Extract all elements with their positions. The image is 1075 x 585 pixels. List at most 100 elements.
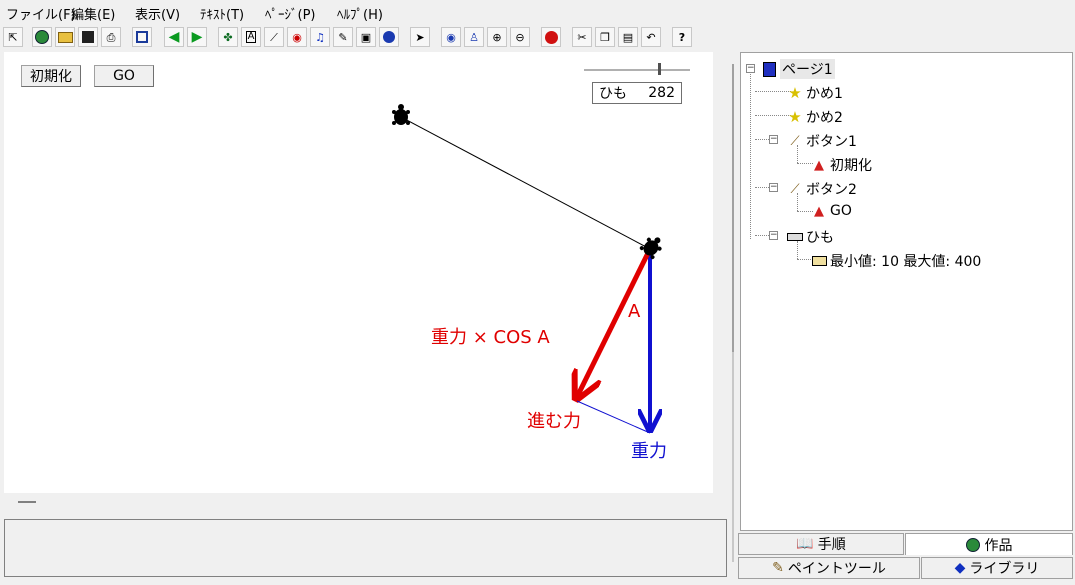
star-turtle-icon: ★ xyxy=(788,108,802,126)
save-icon[interactable] xyxy=(78,27,98,47)
globe-icon[interactable] xyxy=(32,27,52,47)
tree-line xyxy=(755,235,769,236)
book-icon: 📖 xyxy=(796,536,814,552)
tree-line xyxy=(755,187,769,188)
turtle1-icon[interactable] xyxy=(392,104,410,125)
angle-label: A xyxy=(628,301,641,322)
brush-icon: ✎ xyxy=(772,560,784,576)
shapes-icon: ◆ xyxy=(954,560,966,576)
tree-item-turtle2[interactable]: ★ かめ2 xyxy=(787,107,843,127)
open-folder-icon[interactable] xyxy=(55,27,75,47)
gravity-cos-arrow xyxy=(577,247,653,397)
star-turtle-icon: ★ xyxy=(788,84,802,102)
tab-label: 手順 xyxy=(817,537,846,553)
menu-text[interactable]: ﾃｷｽﾄ(T) xyxy=(200,4,244,23)
splitter-mark xyxy=(18,501,36,503)
turtle2-icon[interactable] xyxy=(639,232,666,260)
pen-icon[interactable]: ✎ xyxy=(333,27,353,47)
help-icon[interactable]: ? xyxy=(672,27,692,47)
message-panel[interactable] xyxy=(4,519,727,577)
component-line xyxy=(576,400,651,434)
tree-item-init-script[interactable]: ▲ 初期化 xyxy=(811,155,872,175)
tab-label: 作品 xyxy=(984,537,1013,554)
tree-line xyxy=(755,115,791,116)
tree-collapse-button1[interactable]: − xyxy=(769,135,778,144)
ball-icon[interactable] xyxy=(379,27,399,47)
gravity-label: 重力 xyxy=(631,441,667,462)
tree-item-range[interactable]: 最小値: 10 最大値: 400 xyxy=(811,251,981,271)
vertical-scroll-thumb[interactable] xyxy=(732,64,734,352)
tree-item-button2[interactable]: ⟋ ボタン2 xyxy=(787,179,857,199)
tab-label: ライブラリ xyxy=(969,561,1040,577)
globe-icon xyxy=(965,537,980,552)
stop-hand-icon[interactable] xyxy=(541,27,561,47)
pendulum-diagram xyxy=(392,104,713,434)
gravity-cos-label: 重力 × COS A xyxy=(431,327,550,348)
vertical-splitter[interactable] xyxy=(728,52,738,577)
tree-item-turtle1[interactable]: ★ かめ1 xyxy=(787,83,843,103)
text-box-icon[interactable]: A xyxy=(241,27,261,47)
forward-arrow-icon[interactable]: ▶ xyxy=(187,27,207,47)
tree-item-label: ボタン1 xyxy=(806,134,857,150)
paste-icon[interactable]: ▤ xyxy=(618,27,638,47)
eye-shape-icon[interactable]: ◉ xyxy=(287,27,307,47)
menu-edit[interactable]: 編集(E) xyxy=(71,4,115,23)
tree-item-himo[interactable]: ひも xyxy=(787,227,834,247)
project-tree[interactable]: − − − − ページ1 ★ かめ1 ★ かめ2 ⟋ ボタン1 ▲ 初期化 ⟋ … xyxy=(740,52,1073,531)
tree-item-go-script[interactable]: ▲ GO xyxy=(811,203,852,219)
zoom-out-icon[interactable]: ⊖ xyxy=(510,27,530,47)
string-line xyxy=(400,116,651,250)
tree-page-label: ページ1 xyxy=(780,59,835,79)
music-icon[interactable]: ♫ xyxy=(310,27,330,47)
horizontal-splitter[interactable] xyxy=(4,493,728,513)
tree-item-page1[interactable]: ページ1 xyxy=(761,59,835,79)
rocket-script-icon: ▲ xyxy=(814,203,824,219)
tree-item-label: ひも xyxy=(806,230,834,246)
menu-view[interactable]: 表示(V) xyxy=(135,4,180,23)
tree-item-label: かめ1 xyxy=(806,86,843,102)
print-icon[interactable]: ⎙ xyxy=(101,27,121,47)
forward-force-label: 進む力 xyxy=(527,411,581,432)
panel-icon[interactable] xyxy=(132,27,152,47)
tree-line xyxy=(750,71,751,239)
tree-collapse-page1[interactable]: − xyxy=(746,64,755,73)
tree-line xyxy=(755,139,769,140)
tree-item-label: かめ2 xyxy=(806,110,843,126)
turtle-icon[interactable]: ✤ xyxy=(218,27,238,47)
back-arrow-icon[interactable]: ◀ xyxy=(164,27,184,47)
tree-item-label: 最小値: 10 最大値: 400 xyxy=(830,254,982,270)
pointer-icon[interactable]: ⇱ xyxy=(3,27,23,47)
page-icon xyxy=(761,61,777,77)
tree-collapse-button2[interactable]: − xyxy=(769,183,778,192)
toolbar: ⇱ ⎙ ◀ ▶ ✤ A ⟋ ◉ ♫ ✎ ▣ ➤ ◉ ♙ ⊕ ⊖ ✂ ❐ ▤ ↶ … xyxy=(0,26,1075,52)
stage-canvas[interactable]: 初期化 GO ひも 282 重力 × COS A A 進む力 重力 xyxy=(4,52,713,493)
tab-label: ペイントツール xyxy=(787,561,886,577)
tree-item-label: GO xyxy=(830,203,852,219)
antenna-icon[interactable]: ⟋ xyxy=(264,27,284,47)
range-icon xyxy=(811,253,827,269)
cut-icon[interactable]: ✂ xyxy=(572,27,592,47)
tab-procedure[interactable]: 📖 手順 xyxy=(738,533,904,555)
tree-item-label: 初期化 xyxy=(830,158,872,174)
select-arrow-icon[interactable]: ➤ xyxy=(410,27,430,47)
view-icon[interactable]: ◉ xyxy=(441,27,461,47)
stamp-icon[interactable]: ♙ xyxy=(464,27,484,47)
tree-item-button1[interactable]: ⟋ ボタン1 xyxy=(787,131,857,151)
vertical-splitter-line xyxy=(732,352,734,562)
undo-icon[interactable]: ↶ xyxy=(641,27,661,47)
copy-icon[interactable]: ❐ xyxy=(595,27,615,47)
tab-paint-tools[interactable]: ✎ ペイントツール xyxy=(738,557,920,579)
button-object-icon: ⟋ xyxy=(790,133,800,149)
menu-page[interactable]: ﾍﾟｰｼﾞ(P) xyxy=(265,4,315,23)
menu-file[interactable]: ファイル(F) xyxy=(6,4,76,23)
zoom-in-icon[interactable]: ⊕ xyxy=(487,27,507,47)
rocket-script-icon: ▲ xyxy=(814,157,824,173)
slider-object-icon xyxy=(787,229,803,245)
menu-help[interactable]: ﾍﾙﾌﾟ(H) xyxy=(337,4,383,23)
tree-item-label: ボタン2 xyxy=(806,182,857,198)
movie-icon[interactable]: ▣ xyxy=(356,27,376,47)
tab-works[interactable]: 作品 xyxy=(905,533,1073,555)
tree-line xyxy=(755,91,791,92)
tree-collapse-himo[interactable]: − xyxy=(769,231,778,240)
tab-library[interactable]: ◆ ライブラリ xyxy=(921,557,1073,579)
